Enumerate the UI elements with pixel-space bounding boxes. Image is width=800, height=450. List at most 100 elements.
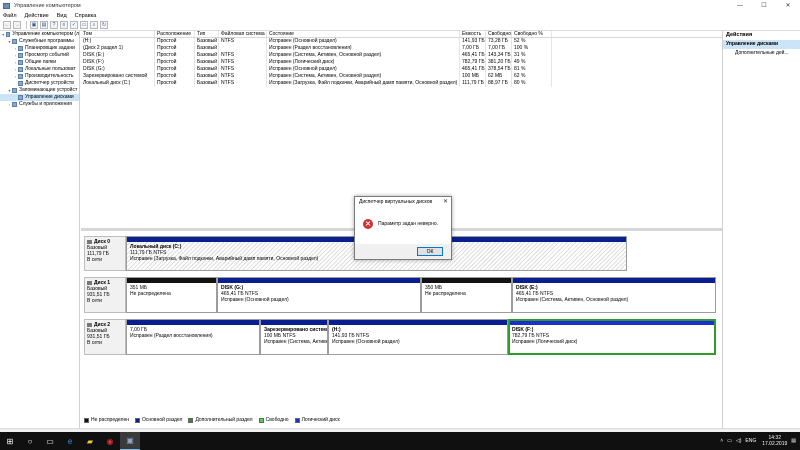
task-view-icon[interactable]: ▭ — [40, 432, 60, 450]
tree-item[interactable]: ▾ Запоминающие устройст — [0, 87, 79, 94]
menu-file[interactable]: Файл — [3, 13, 17, 19]
table-cell: 111,79 ГБ — [460, 80, 486, 87]
partition-info: 7,00 ГБ Исправен (Раздел восстановления) — [127, 325, 259, 354]
table-cell: Базовый — [197, 38, 219, 45]
app-red-icon[interactable]: ◉ — [100, 432, 120, 450]
column-header[interactable]: Расположение — [155, 31, 195, 37]
table-cell: NTFS — [219, 52, 267, 59]
tree-item[interactable]: › Производительность — [0, 73, 79, 80]
actions-section-disk-management[interactable]: Управление дисками — [723, 40, 800, 49]
table-row[interactable]: (Диск 2 раздел 1) Простой Базовый Исправен … — [81, 45, 722, 52]
legend-swatch — [188, 417, 194, 423]
maximize-icon[interactable]: ☐ — [752, 0, 776, 11]
dialog-body: ✕ Параметр задан неверно. — [355, 207, 451, 235]
partition-status: Исправен (Основной раздел) — [221, 297, 289, 303]
network-icon[interactable]: ▭ — [727, 438, 732, 444]
clock[interactable]: 14:32 17.02.2019 — [762, 435, 787, 447]
node-icon — [12, 39, 17, 44]
table-row[interactable]: Локальный диск (C:) Простой Базовый NTFS Исп… — [81, 80, 722, 87]
back-icon[interactable]: ← — [3, 21, 11, 29]
ok-button[interactable]: ОК — [417, 247, 443, 256]
view-list-icon[interactable]: ≡ — [60, 21, 68, 29]
search-icon[interactable]: ○ — [20, 432, 40, 450]
partition[interactable]: (H:) 141,93 ГБ NTFS Исправен (Основной раз… — [328, 319, 508, 355]
disk-label[interactable]: Диск 1 Базовый 931,51 ГБ В сети — [84, 277, 126, 313]
partition[interactable]: 351 МБ Не распределена — [126, 277, 217, 313]
table-cell: 81 % — [512, 66, 552, 73]
tree-item[interactable]: ▾ Служебные программы — [0, 38, 79, 45]
legend-label: Основной раздел — [142, 417, 183, 423]
tree-item[interactable]: ▾ Управление компьютером (л — [0, 31, 79, 38]
table-cell: Базовый — [197, 52, 219, 59]
windows-start-icon[interactable]: ⊞ — [0, 432, 20, 450]
column-header[interactable]: Тип — [195, 31, 219, 37]
search-icon[interactable]: ⌕ — [90, 21, 98, 29]
error-icon: ✕ — [363, 219, 373, 229]
table-cell: Исправен (Система, Активен, Основной раз… — [267, 73, 460, 80]
disk-label[interactable]: Диск 2 Базовый 931,51 ГБ В сети — [84, 319, 126, 355]
close-icon[interactable]: ✕ — [776, 0, 800, 11]
table-row[interactable]: Зарезервировано системой Простой Базовый NT… — [81, 73, 722, 80]
table-cell: Исправен (Раздел восстановления) — [267, 45, 460, 52]
dialog-message: Параметр задан неверно. — [378, 221, 439, 227]
folder-icon[interactable]: ▭ — [80, 21, 88, 29]
help-icon[interactable]: ? — [50, 21, 58, 29]
tree-item[interactable]: › Службы и приложения — [0, 101, 79, 108]
table-cell: Простой — [155, 52, 195, 59]
table-row[interactable]: DISK (E:) Простой Базовый NTFS Исправен (Сис… — [81, 52, 722, 59]
column-header[interactable]: Том — [81, 31, 155, 37]
refresh-icon[interactable]: ↻ — [100, 21, 108, 29]
menu-action[interactable]: Действие — [25, 13, 49, 19]
table-row[interactable]: DISK (F:) Простой Базовый NTFS Исправен (Лог… — [81, 59, 722, 66]
notifications-icon[interactable]: ▤ — [791, 438, 796, 444]
actions-pane: Действия Управление дисками Дополнительн… — [722, 31, 800, 428]
menu-help[interactable]: Справка — [75, 13, 97, 19]
dialog-title: Диспетчер виртуальных дисков ✕ — [355, 197, 451, 207]
partition[interactable]: 350 МБ Не распределена — [421, 277, 512, 313]
dialog-title-text: Диспетчер виртуальных дисков — [359, 199, 433, 205]
check-icon[interactable]: ✓ — [70, 21, 78, 29]
table-cell: DISK (E:) — [81, 52, 155, 59]
table-row[interactable]: (H:) Простой Базовый NTFS Исправен (Основной… — [81, 38, 722, 45]
window-titlebar: Управление компьютером — ☐ ✕ — [0, 0, 800, 11]
edge-browser-icon[interactable]: e — [60, 432, 80, 450]
disk-icon — [87, 281, 92, 285]
properties-icon[interactable]: ▤ — [40, 21, 48, 29]
dialog-close-icon[interactable]: ✕ — [443, 197, 448, 207]
up-folder-icon[interactable]: ▣ — [30, 21, 38, 29]
menu-view[interactable]: Вид — [57, 13, 67, 19]
table-cell: Простой — [155, 66, 195, 73]
column-header[interactable]: Файловая система — [219, 31, 267, 37]
disk-label[interactable]: Диск 0 Базовый 111,79 ГБ В сети — [84, 236, 126, 271]
forward-icon[interactable]: → — [13, 21, 21, 29]
file-explorer-icon[interactable]: ▰ — [80, 432, 100, 450]
tree-item[interactable]: › Локальные пользоват — [0, 66, 79, 73]
clock-date: 17.02.2019 — [762, 441, 788, 447]
table-cell: DISK (G:) — [81, 66, 155, 73]
table-cell: 73,28 ГБ — [486, 38, 512, 45]
partition[interactable]: Зарезервировано системо 100 МБ NTFS Исправ… — [260, 319, 328, 355]
table-row[interactable]: DISK (G:) Простой Базовый NTFS Исправен (Осн… — [81, 66, 722, 73]
tree-item[interactable]: Диспетчер устройств — [0, 80, 79, 87]
tray-chevron-icon[interactable]: ˄ — [720, 438, 723, 444]
computer-management-taskbar-icon[interactable]: ▣ — [120, 432, 140, 450]
tree-item[interactable]: Управление дисками — [0, 94, 79, 101]
partition[interactable]: DISK (F:) 782,79 ГБ NTFS Исправен (Логичес… — [508, 319, 716, 355]
volume-icon[interactable]: ◁) — [736, 438, 742, 444]
partition[interactable]: DISK (G:) 465,41 ГБ NTFS Исправен (Основно… — [217, 277, 421, 313]
legend-swatch — [294, 417, 300, 423]
partition[interactable]: 7,00 ГБ Исправен (Раздел восстановления) — [126, 319, 260, 355]
partition-status: Не распределена — [130, 291, 171, 297]
tree-item[interactable]: › Общие папки — [0, 59, 79, 66]
minimize-icon[interactable]: — — [728, 0, 752, 11]
column-header[interactable]: Состояние — [267, 31, 460, 37]
tree-item[interactable]: › Просмотр событий — [0, 52, 79, 59]
language-indicator[interactable]: ENG — [745, 438, 756, 444]
actions-more[interactable]: Дополнительные дей... — [723, 49, 800, 58]
column-header[interactable]: Свободно — [486, 31, 512, 37]
partition[interactable]: DISK (E:) 465,41 ГБ NTFS Исправен (Система… — [512, 277, 716, 313]
tree-item[interactable]: › Планировщик задани — [0, 45, 79, 52]
table-cell: Простой — [155, 45, 195, 52]
column-header[interactable]: Емкость — [460, 31, 486, 37]
column-header[interactable]: Свободно % — [512, 31, 552, 37]
